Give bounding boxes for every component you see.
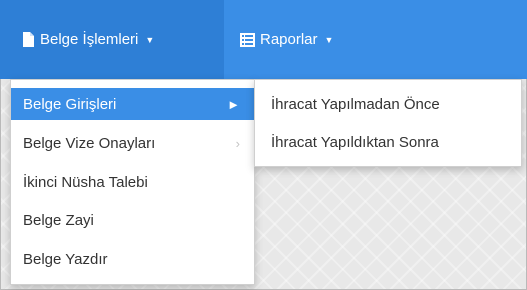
submenu-item-label: İhracat Yapıldıktan Sonra (271, 133, 439, 151)
submenu-item-ihracat-yapilmadan-once[interactable]: İhracat Yapılmadan Önce (255, 88, 521, 120)
nav-belge-islemleri[interactable]: Belge İşlemleri ▼ (0, 0, 224, 79)
menu-item-label: Belge Vize Onayları (23, 134, 156, 152)
document-icon (22, 31, 35, 48)
menu-item-belge-vize-onaylari[interactable]: Belge Vize Onayları › (11, 127, 254, 159)
menu-item-belge-yazdir[interactable]: Belge Yazdır (11, 243, 254, 275)
caret-down-icon: ▼ (324, 34, 334, 45)
top-navbar: Belge İşlemleri ▼ Raporlar ▼ (0, 0, 527, 79)
nav-raporlar-label: Raporlar (260, 31, 318, 48)
menu-item-belge-zayi[interactable]: Belge Zayi (11, 204, 254, 236)
menu-item-belge-girisleri[interactable]: Belge Girişleri ► (11, 88, 254, 120)
menu-item-label: Belge Zayi (23, 211, 94, 229)
nav-belge-islemleri-label: Belge İşlemleri (40, 31, 139, 48)
caret-down-icon: ▼ (145, 34, 155, 45)
chevron-right-icon: › (235, 135, 240, 151)
list-icon (240, 32, 255, 47)
submenu-item-ihracat-yapildiktan-sonra[interactable]: İhracat Yapıldıktan Sonra (255, 126, 521, 158)
menu-item-label: İkinci Nüsha Talebi (23, 173, 148, 191)
chevron-right-icon: ► (227, 96, 240, 112)
belge-girisleri-submenu: İhracat Yapılmadan Önce İhracat Yapıldık… (254, 79, 522, 167)
menu-item-label: Belge Yazdır (23, 250, 108, 268)
belge-islemleri-dropdown: Belge Girişleri ► Belge Vize Onayları › … (10, 79, 255, 285)
menu-item-ikinci-nusha-talebi[interactable]: İkinci Nüsha Talebi (11, 166, 254, 198)
nav-raporlar[interactable]: Raporlar ▼ (240, 0, 333, 79)
menu-item-label: Belge Girişleri (23, 95, 117, 113)
submenu-item-label: İhracat Yapılmadan Önce (271, 95, 440, 113)
